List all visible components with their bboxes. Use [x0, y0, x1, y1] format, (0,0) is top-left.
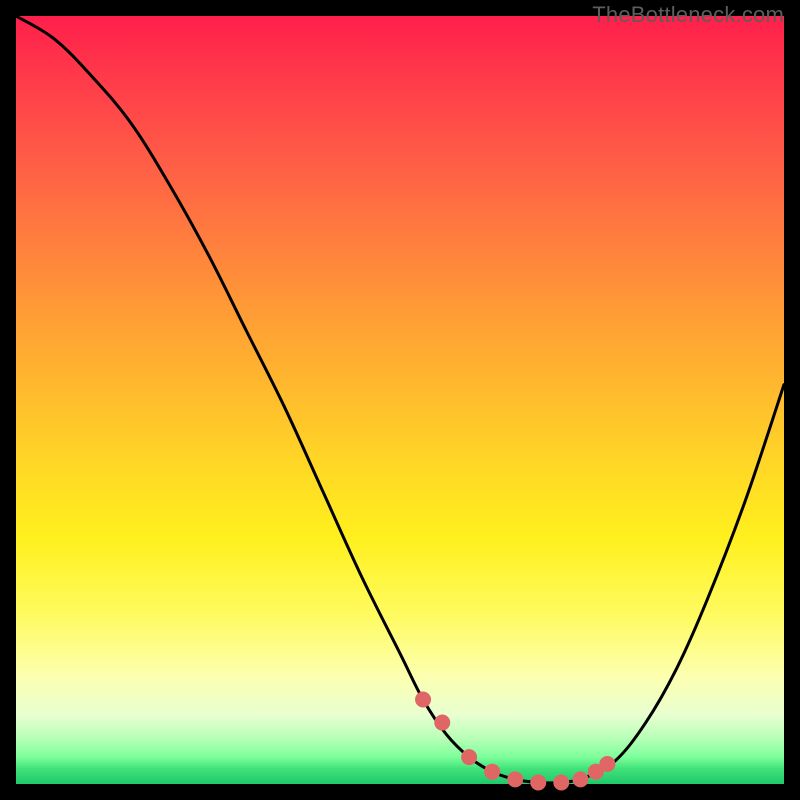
- marker-dot: [507, 771, 523, 787]
- plot-area: [16, 16, 784, 784]
- bottleneck-curve: [16, 16, 784, 783]
- marker-dot: [461, 749, 477, 765]
- marker-dot: [530, 774, 546, 790]
- watermark-text: TheBottleneck.com: [592, 2, 784, 28]
- marker-dot: [599, 756, 615, 772]
- marker-dot: [434, 715, 450, 731]
- marker-dot: [572, 771, 588, 787]
- chart-svg: [16, 16, 784, 784]
- optimal-range-markers: [415, 692, 615, 791]
- marker-dot: [553, 774, 569, 790]
- marker-dot: [484, 764, 500, 780]
- marker-dot: [415, 692, 431, 708]
- chart-container: TheBottleneck.com: [0, 0, 800, 800]
